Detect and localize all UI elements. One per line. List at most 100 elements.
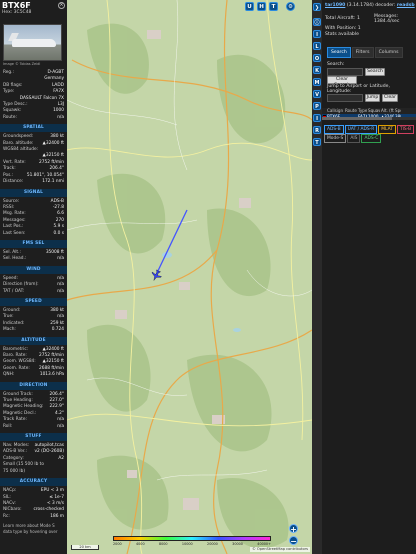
toolbar-button-i2[interactable]: I xyxy=(313,114,321,122)
stuff-value: A2 xyxy=(58,455,64,461)
altitude-legend-labels: 2000 4000 8000 10000 20000 30000 40000+ xyxy=(113,542,271,546)
toolbar-button-o[interactable]: O xyxy=(313,54,321,62)
wind-key: TAT / OAT: xyxy=(3,288,25,294)
footer-line-1: Learn more about Mode S xyxy=(3,523,55,529)
jump-button[interactable]: Jump xyxy=(365,94,380,102)
fms-group: Sel. Alt.: 35008 ft Sel. Head.: n/a xyxy=(0,250,67,263)
speed-key: Mach: xyxy=(3,327,16,333)
identity-group: Reg.: D-AGBT Germany DB flags: LADD Type: FA7X… xyxy=(0,70,67,121)
decoder-link[interactable]: readsb xyxy=(397,3,415,8)
toolbar-button-v[interactable]: V xyxy=(313,90,321,98)
stats-available[interactable]: Stats available xyxy=(325,32,359,37)
hex-code: Hex: 3C5C48 xyxy=(2,10,32,15)
rows1-value: n/a xyxy=(57,114,64,120)
wind-group: Speed: n/a Direction (from): n/a TAT / OAT: n… xyxy=(0,276,67,295)
altitude-key: QNH: xyxy=(3,372,15,378)
toolbar-button-r[interactable]: R xyxy=(313,126,321,134)
version-line: tar1090 (3.14.1784) decoder: readsb xyxy=(325,3,415,8)
section-signal: SIGNAL xyxy=(0,188,67,197)
accuracy-group: NACp: EPU < 3 m SIL: ≤ 1e-7 NACv: < 3 m/s NICb… xyxy=(0,488,67,520)
callsign: BTX6F xyxy=(2,1,31,10)
search-label: Search: xyxy=(327,62,345,67)
source-legend-row-2: Mode-S AIS ADS-C xyxy=(324,134,382,143)
settings-gear-icon[interactable]: ⚙ xyxy=(286,2,295,11)
with-position: With Position: 1 xyxy=(325,26,361,31)
wind-value: n/a xyxy=(57,288,64,294)
tab-columns[interactable]: Columns xyxy=(374,47,403,58)
vertical-toolbar: ❯ ⓘ I L O K M V P I R T xyxy=(312,0,322,554)
table-scrollbar[interactable] xyxy=(322,117,416,120)
accuracy-value: 186 m xyxy=(50,513,64,519)
legend-adsb[interactable]: ADS-B xyxy=(324,125,344,134)
signal-key: Last Seen: xyxy=(3,230,26,236)
legend-uat[interactable]: UAT / ADS-R xyxy=(344,125,378,134)
info-footer: Learn more about Mode S data type by hov… xyxy=(0,520,67,537)
aircraft-photo[interactable] xyxy=(3,24,62,61)
rows1-row: Route: n/a xyxy=(0,115,67,121)
version-link[interactable]: tar1090 xyxy=(325,3,345,8)
map-canvas[interactable] xyxy=(67,0,312,554)
legend-ais[interactable]: AIS xyxy=(347,134,361,143)
map-button-t[interactable]: T xyxy=(269,2,278,11)
altitude-row: QNH: 1013.6 hPa xyxy=(0,372,67,378)
toolbar-button-l[interactable]: L xyxy=(313,42,321,50)
zoom-in-button[interactable]: + xyxy=(289,524,298,534)
stuff-group: Nav. Modes: autopilot,tcas ADS-B Ver.: v2 (… xyxy=(0,443,67,475)
speed-value: 0.724 xyxy=(51,327,64,333)
map-button-u[interactable]: U xyxy=(245,2,254,11)
legend-tisb[interactable]: TIS-B xyxy=(396,125,415,134)
toolbar-button-t[interactable]: T xyxy=(313,138,321,146)
fms-key: Sel. Head.: xyxy=(3,256,27,262)
clear-button[interactable]: Clear xyxy=(382,94,398,102)
spatial-key: Distance: xyxy=(3,179,24,185)
rows1-key: Type: xyxy=(3,89,15,95)
clear-search-button[interactable]: Clear Search xyxy=(327,76,357,88)
altitude-value: 1013.6 hPa xyxy=(39,372,64,378)
spatial-group: Groundspeed: 380 kt Baro. altitude: ▲32400 … xyxy=(0,134,67,185)
toolbar-button-p[interactable]: P xyxy=(313,102,321,110)
section-altitude: ALTITUDE xyxy=(0,336,67,345)
section-stuff: STUFF xyxy=(0,433,67,442)
source-legend-row-1: ADS-B UAT / ADS-R MLAT TIS-B xyxy=(324,125,415,134)
tab-search[interactable]: Search xyxy=(327,47,351,58)
jump-input[interactable] xyxy=(327,94,363,102)
toolbar-button-k[interactable]: K xyxy=(313,66,321,74)
legend-modes[interactable]: Mode-S xyxy=(324,134,347,143)
map-attribution[interactable]: © OpenStreetMap contributors xyxy=(250,547,310,552)
signal-value: 0.0 s xyxy=(53,230,64,236)
signal-group: Source: ADS-B RSSI: -27.8 Msg. Rate: 6.6 Messa… xyxy=(0,199,67,237)
collapse-arrow-icon[interactable]: ❯ xyxy=(313,3,321,11)
stuff-key: 75 000 lb) xyxy=(3,468,25,474)
tar1090-app: BTX6F Hex: 3C5C48 × Image © Tobias Zeidl… xyxy=(0,0,416,554)
section-spatial: SPATIAL xyxy=(0,124,67,133)
aircraft-info-panel: BTX6F Hex: 3C5C48 × Image © Tobias Zeidl… xyxy=(0,0,67,554)
search-button[interactable]: Search xyxy=(365,68,385,76)
search-input[interactable] xyxy=(327,68,363,76)
map-scale: 20 km xyxy=(71,545,99,550)
map-view[interactable]: U H T ⚙ + − 2000 4000 8000 10000 20000 30000 4… xyxy=(67,0,312,554)
speed-group: Ground: 380 kt True: n/a Indicated: 259 kt Mac… xyxy=(0,308,67,334)
close-icon[interactable]: × xyxy=(58,2,65,9)
toolbar-button-i[interactable]: I xyxy=(313,30,321,38)
legend-adsc[interactable]: ADS-C xyxy=(361,134,382,143)
messages-stat: Messages: 1384.4/sec xyxy=(374,14,400,25)
map-button-h[interactable]: H xyxy=(257,2,266,11)
section-accuracy: ACCURACY xyxy=(0,478,67,487)
section-wind: WIND xyxy=(0,265,67,274)
direction-row: Roll: n/a xyxy=(0,424,67,430)
tab-filters[interactable]: Filters xyxy=(351,47,374,58)
signal-row: Last Seen: 0.0 s xyxy=(0,231,67,237)
zoom-out-button[interactable]: − xyxy=(289,536,298,546)
footer-line-2: data type by hovering over xyxy=(3,528,58,534)
aircraft-marker[interactable] xyxy=(149,268,163,282)
spatial-value: ▲32400 ft xyxy=(42,140,64,146)
toolbar-button-i-circle[interactable]: ⓘ xyxy=(313,18,321,26)
rows1-key: Reg.: xyxy=(3,70,14,75)
right-panel: tar1090 (3.14.1784) decoder: readsb Tota… xyxy=(322,0,416,554)
right-column: ❯ ⓘ I L O K M V P I R T tar1090 (3.14.17… xyxy=(312,0,416,554)
direction-value: n/a xyxy=(57,423,64,429)
toolbar-button-m[interactable]: M xyxy=(313,78,321,86)
fms-row: Sel. Head.: n/a xyxy=(0,256,67,262)
total-aircraft: Total Aircraft: 1 xyxy=(325,16,360,21)
legend-mlat[interactable]: MLAT xyxy=(378,125,396,134)
